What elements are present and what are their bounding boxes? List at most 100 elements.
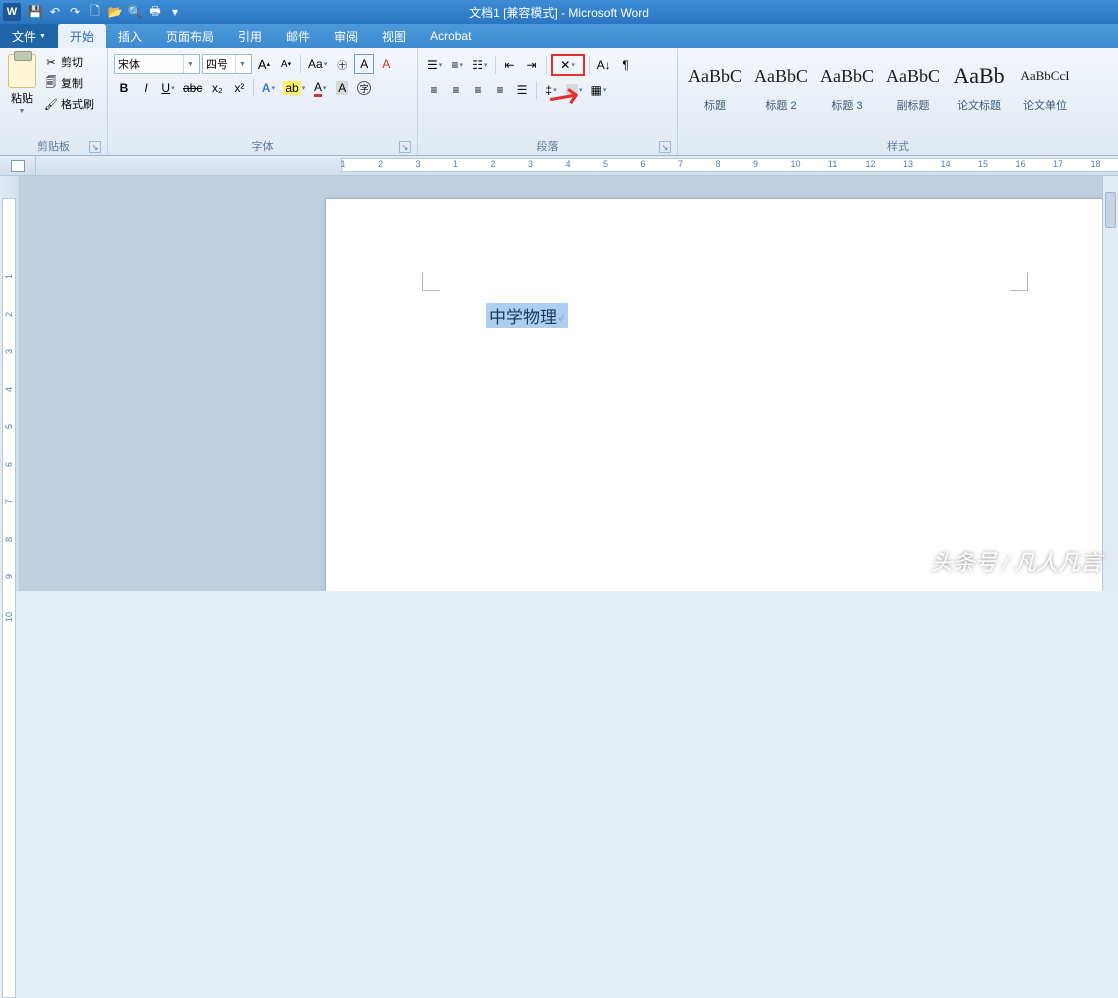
justify-button[interactable]: ≡ [490,80,510,100]
increase-indent-button[interactable]: ⇥ [522,55,542,75]
tab-selector[interactable] [0,156,36,175]
printpreview-icon[interactable]: 🔍 [126,3,144,21]
vertical-scrollbar[interactable] [1102,176,1118,591]
style-heading2[interactable]: AaBbC标题 2 [748,54,814,116]
ruler-tick: 10 [791,159,801,169]
shading-button[interactable]: ▾ [563,80,586,100]
strikethrough-button[interactable]: abc [180,78,205,98]
ruler-tick: 1 [453,159,458,169]
align-center-button[interactable]: ≡ [446,80,466,100]
ruler-tick: 4 [566,159,571,169]
borders-button[interactable]: ▦▾ [588,80,610,100]
document-area[interactable]: 中学物理↲ [20,176,1118,591]
selected-text[interactable]: 中学物理↲ [486,303,568,328]
copy-button[interactable]: 🗐复制 [42,74,96,92]
decrease-indent-button[interactable]: ⇤ [500,55,520,75]
style-subtitle[interactable]: AaBbC副标题 [880,54,946,116]
tab-insert[interactable]: 插入 [106,24,154,48]
scissors-icon: ✂ [44,55,58,69]
enclose-char-button[interactable]: 字 [354,78,374,98]
highlight-button[interactable]: ab▾ [280,78,308,98]
ruler-tick: 3 [528,159,533,169]
vertical-ruler[interactable]: 12345678910 [0,176,20,591]
style-paper-unit[interactable]: AaBbCcI论文单位 [1012,54,1078,116]
numbering-button[interactable]: ≡▾ [447,55,467,75]
text-effects-button[interactable]: A▾ [258,78,278,98]
style-heading3[interactable]: AaBbC标题 3 [814,54,880,116]
phonetic-button[interactable]: ㊉ [332,54,352,74]
redo-icon[interactable]: ↷ [66,3,84,21]
ruler-tick: 6 [641,159,646,169]
grow-font-button[interactable]: A▴ [254,54,274,74]
new-icon[interactable]: 🗋 [86,3,104,21]
font-name-input[interactable] [115,55,183,73]
ruler-tick: 8 [716,159,721,169]
ribbon: 粘贴 ▼ ✂剪切 🗐复制 🖌格式刷 剪贴板↘ ▼ ▼ A▴ A▾ Aa▾ ㊉ A [0,48,1118,156]
titlebar: W 💾 ↶ ↷ 🗋 📂 🔍 🖶 ▾ 文档1 [兼容模式] - Microsoft… [0,0,1118,24]
paste-button[interactable]: 粘贴 ▼ [4,50,40,137]
tab-view[interactable]: 视图 [370,24,418,48]
show-marks-button[interactable]: ¶ [616,55,636,75]
ruler-tick: 10 [4,612,14,622]
ribbon-tabs: 文件▼ 开始 插入 页面布局 引用 邮件 审阅 视图 Acrobat [0,24,1118,48]
change-case-button[interactable]: Aa▾ [305,54,330,74]
page[interactable]: 中学物理↲ [325,198,1118,591]
clipboard-launcher[interactable]: ↘ [89,141,101,153]
open-icon[interactable]: 📂 [106,3,124,21]
tab-file[interactable]: 文件▼ [0,24,58,48]
asian-layout-button[interactable]: ✕▾ [551,54,585,76]
font-size-combo[interactable]: ▼ [202,54,252,74]
tab-layout[interactable]: 页面布局 [154,24,226,48]
tab-references[interactable]: 引用 [226,24,274,48]
undo-icon[interactable]: ↶ [46,3,64,21]
paragraph-launcher[interactable]: ↘ [659,141,671,153]
char-shading-button[interactable]: A [332,78,352,98]
distributed-button[interactable]: ☰ [512,80,532,100]
line-spacing-button[interactable]: ‡▾ [541,80,561,100]
shrink-font-button[interactable]: A▾ [276,54,296,74]
ruler-tick: 6 [4,462,14,467]
tab-mailings[interactable]: 邮件 [274,24,322,48]
font-name-combo[interactable]: ▼ [114,54,200,74]
watermark-text: 头条号 / 凡人凡言 [931,545,1102,577]
chevron-down-icon[interactable]: ▼ [235,55,249,73]
sort-button[interactable]: A↓ [594,55,614,75]
group-label-font: 字体 [252,138,274,154]
horizontal-ruler[interactable]: 123456789101112131415161718192021321 [36,156,1118,175]
format-painter-button[interactable]: 🖌格式刷 [42,95,96,113]
style-paper-title[interactable]: AaBb论文标题 [946,54,1012,116]
tab-acrobat[interactable]: Acrobat [418,24,483,48]
save-icon[interactable]: 💾 [26,3,44,21]
brush-icon: 🖌 [44,97,58,111]
scroll-thumb[interactable] [1105,192,1116,228]
font-launcher[interactable]: ↘ [399,141,411,153]
tabstop-icon [11,160,25,172]
tab-review[interactable]: 审阅 [322,24,370,48]
chevron-down-icon[interactable]: ▼ [183,55,197,73]
align-left-button[interactable]: ≡ [424,80,444,100]
char-border-button[interactable]: A [354,54,374,74]
ruler-tick: 14 [941,159,951,169]
italic-button[interactable]: I [136,78,156,98]
align-right-button[interactable]: ≡ [468,80,488,100]
print-icon[interactable]: 🖶 [146,3,164,21]
bold-button[interactable]: B [114,78,134,98]
customize-icon[interactable]: ▾ [166,3,184,21]
group-font: ▼ ▼ A▴ A▾ Aa▾ ㊉ A A B I U▾ abc x₂ x² A▾ … [108,48,418,155]
tab-home[interactable]: 开始 [58,24,106,48]
font-color-button[interactable]: A▾ [310,78,330,98]
ruler-tick: 16 [1016,159,1026,169]
ruler-tick: 2 [4,312,14,317]
multilevel-button[interactable]: ☷▾ [469,55,490,75]
ruler-tick: 8 [4,537,14,542]
margin-corner-left [422,273,440,291]
underline-button[interactable]: U▾ [158,78,178,98]
copy-icon: 🗐 [44,76,58,90]
clear-format-button[interactable]: A [376,54,396,74]
superscript-button[interactable]: x² [229,78,249,98]
subscript-button[interactable]: x₂ [207,78,227,98]
style-heading1[interactable]: AaBbC标题 [682,54,748,116]
cut-button[interactable]: ✂剪切 [42,53,96,71]
bullets-button[interactable]: ☰▾ [424,55,445,75]
font-size-input[interactable] [203,55,235,73]
